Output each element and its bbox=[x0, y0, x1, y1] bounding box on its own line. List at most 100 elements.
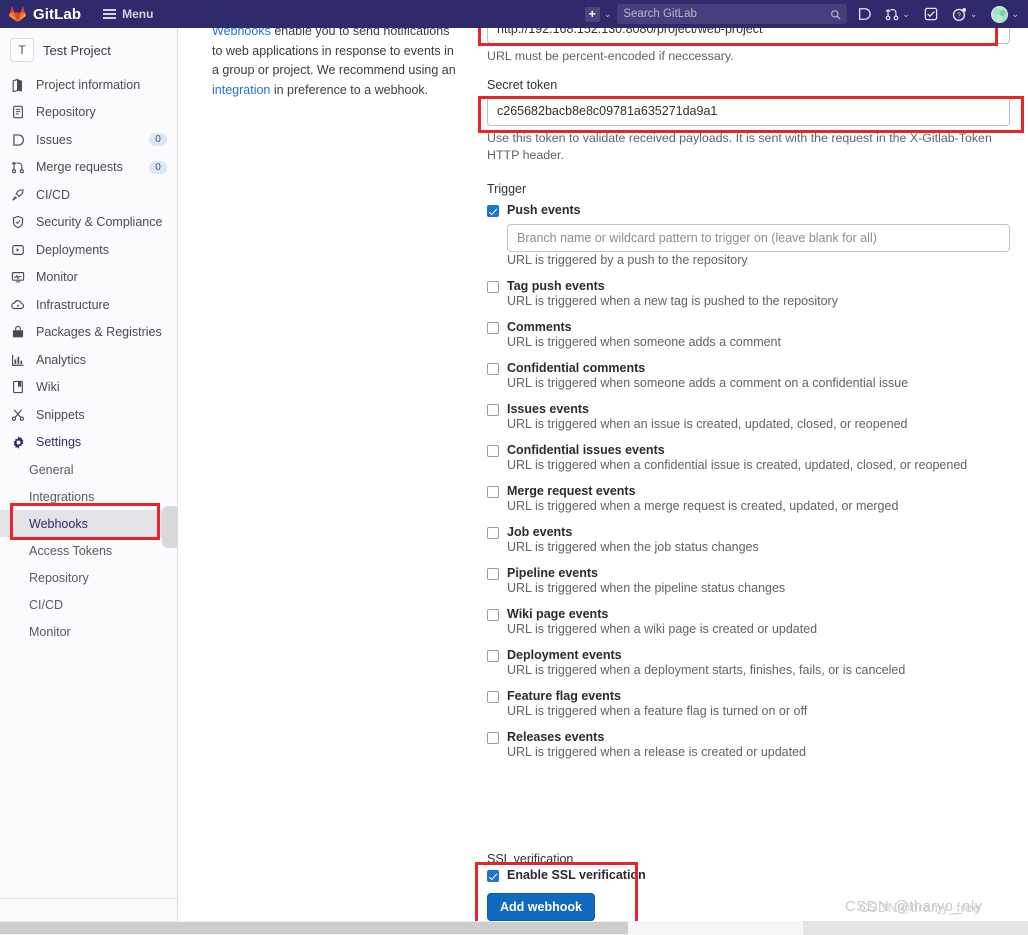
ssl-verification-label: Enable SSL verification bbox=[507, 868, 646, 882]
sidebar-item-label: Infrastructure bbox=[36, 297, 110, 312]
push-events-checkbox[interactable] bbox=[487, 205, 499, 217]
scissors-icon bbox=[10, 407, 26, 423]
trigger-description: URL is triggered when a feature flag is … bbox=[507, 704, 808, 718]
secret-token-label: Secret token bbox=[487, 78, 558, 92]
help-icon[interactable]: ? ⌄ bbox=[952, 7, 977, 22]
feature-flag-events-checkbox[interactable] bbox=[487, 691, 499, 703]
sidebar-subitem-webhooks[interactable]: Webhooks bbox=[0, 510, 177, 537]
trigger-confidential-comments: Confidential comments URL is triggered w… bbox=[487, 361, 1010, 390]
search-icon bbox=[831, 9, 841, 19]
horizontal-scrollbar-thumb[interactable] bbox=[0, 922, 628, 934]
ssl-verification-block: Enable SSL verification Add webhook bbox=[487, 868, 646, 921]
sidebar-subitem-repository[interactable]: Repository bbox=[0, 564, 177, 591]
sidebar-subitem-monitor[interactable]: Monitor bbox=[0, 618, 177, 645]
horizontal-scrollbar[interactable] bbox=[0, 921, 1028, 935]
sidebar-item-cicd[interactable]: CI/CD bbox=[0, 181, 177, 209]
sidebar-item-label: Project information bbox=[36, 77, 141, 92]
create-new-dropdown[interactable]: + ⌄ bbox=[584, 6, 611, 22]
sidebar-item-issues[interactable]: Issues 0 bbox=[0, 126, 177, 154]
trigger-pipeline-events: Pipeline events URL is triggered when th… bbox=[487, 566, 1010, 595]
trigger-label: Deployment events bbox=[507, 648, 622, 662]
sidebar-item-monitor[interactable]: Monitor bbox=[0, 264, 177, 292]
trigger-label: Comments bbox=[507, 320, 572, 334]
sidebar-item-label: Packages & Registries bbox=[36, 325, 162, 340]
trigger-comments: Comments URL is triggered when someone a… bbox=[487, 320, 1010, 349]
trigger-job-events: Job events URL is triggered when the job… bbox=[487, 525, 1010, 554]
sidebar-item-label: CI/CD bbox=[36, 187, 71, 202]
trigger-description: URL is triggered when a confidential iss… bbox=[507, 458, 968, 472]
gitlab-webhooks-page: GitLab Menu + ⌄ Search GitLab ⌄ ? ⌄ ⌄ T … bbox=[0, 0, 1028, 935]
project-sidebar: T Test Project Project information Repos… bbox=[0, 28, 178, 935]
gear-icon bbox=[10, 434, 26, 450]
trigger-feature-flag-events: Feature flag events URL is triggered whe… bbox=[487, 689, 1010, 718]
sidebar-item-settings[interactable]: Settings bbox=[0, 429, 177, 457]
rocket-icon bbox=[10, 187, 26, 203]
sidebar-project-header[interactable]: T Test Project bbox=[0, 28, 177, 71]
tag-push-events-checkbox[interactable] bbox=[487, 281, 499, 293]
merge-requests-icon[interactable]: ⌄ bbox=[885, 7, 910, 21]
watermark: CSDN @tharyo_nly CSDN@tiramy_free bbox=[845, 898, 983, 915]
sidebar-scrollbar-thumb[interactable] bbox=[162, 506, 177, 548]
wiki-page-events-checkbox[interactable] bbox=[487, 609, 499, 621]
issues-events-checkbox[interactable] bbox=[487, 404, 499, 416]
sidebar-subitem-general[interactable]: General bbox=[0, 456, 177, 483]
sidebar-item-label: Snippets bbox=[36, 407, 85, 422]
sidebar-item-repository[interactable]: Repository bbox=[0, 99, 177, 127]
trigger-label: Wiki page events bbox=[507, 607, 609, 621]
main-menu-label: Menu bbox=[122, 7, 154, 21]
trigger-description: URL is triggered by a push to the reposi… bbox=[507, 253, 748, 267]
job-events-checkbox[interactable] bbox=[487, 527, 499, 539]
sidebar-item-analytics[interactable]: Analytics bbox=[0, 346, 177, 374]
branch-filter-input[interactable]: Branch name or wildcard pattern to trigg… bbox=[507, 224, 1010, 252]
sidebar-item-packages-registries[interactable]: Packages & Registries bbox=[0, 319, 177, 347]
sidebar-item-label: Issues bbox=[36, 132, 73, 147]
comments-checkbox[interactable] bbox=[487, 322, 499, 334]
sidebar-item-snippets[interactable]: Snippets bbox=[0, 401, 177, 429]
trigger-deployment-events: Deployment events URL is triggered when … bbox=[487, 648, 1010, 677]
sidebar-item-infrastructure[interactable]: Infrastructure bbox=[0, 291, 177, 319]
gitlab-logo-link[interactable]: GitLab bbox=[0, 6, 81, 23]
confidential-comments-checkbox[interactable] bbox=[487, 363, 499, 375]
description-text-2: in preference to a webhook. bbox=[270, 82, 429, 97]
sidebar-subitem-access-tokens[interactable]: Access Tokens bbox=[0, 537, 177, 564]
main-menu-button[interactable]: Menu bbox=[103, 7, 153, 21]
sidebar-divider bbox=[0, 898, 177, 899]
ssl-section-label: SSL verification bbox=[487, 852, 574, 866]
todos-icon[interactable] bbox=[924, 7, 938, 21]
user-menu[interactable]: ⌄ bbox=[991, 5, 1019, 23]
merge-request-events-checkbox[interactable] bbox=[487, 486, 499, 498]
trigger-label: Merge request events bbox=[507, 484, 636, 498]
trigger-section-label: Trigger bbox=[487, 182, 527, 196]
sidebar-item-merge-requests[interactable]: Merge requests 0 bbox=[0, 154, 177, 182]
project-avatar: T bbox=[10, 38, 34, 62]
svg-text:?: ? bbox=[957, 12, 961, 19]
secret-token-help: Use this token to validate received payl… bbox=[487, 131, 992, 162]
trigger-tag-push-events: Tag push events URL is triggered when a … bbox=[487, 279, 1010, 308]
trigger-push-events: Push events Branch name or wildcard patt… bbox=[487, 203, 1010, 267]
secret-token-input[interactable]: c265682bacb8e8c09781a635271da9a1 bbox=[487, 96, 1010, 126]
project-name: Test Project bbox=[43, 42, 111, 58]
trigger-description: URL is triggered when someone adds a com… bbox=[507, 376, 909, 390]
sidebar-item-wiki[interactable]: Wiki bbox=[0, 374, 177, 402]
top-navigation-bar: GitLab Menu + ⌄ Search GitLab ⌄ ? ⌄ ⌄ bbox=[0, 0, 1028, 28]
search-input[interactable]: Search GitLab bbox=[617, 4, 848, 24]
sidebar-item-label: Settings bbox=[36, 435, 82, 450]
trigger-label: Confidential comments bbox=[507, 361, 646, 375]
project-info-icon bbox=[10, 77, 26, 93]
sidebar-item-project-information[interactable]: Project information bbox=[0, 71, 177, 99]
deployment-events-checkbox[interactable] bbox=[487, 650, 499, 662]
add-webhook-button[interactable]: Add webhook bbox=[487, 893, 595, 921]
sidebar-subitem-cicd[interactable]: CI/CD bbox=[0, 591, 177, 618]
confidential-issues-events-checkbox[interactable] bbox=[487, 445, 499, 457]
gitlab-brand-text: GitLab bbox=[33, 5, 82, 23]
sidebar-item-deployments[interactable]: Deployments bbox=[0, 236, 177, 264]
sidebar-subitem-integrations[interactable]: Integrations bbox=[0, 483, 177, 510]
chevron-down-icon: ⌄ bbox=[902, 8, 910, 19]
integration-doc-link[interactable]: integration bbox=[212, 83, 270, 97]
ssl-verification-checkbox[interactable] bbox=[487, 870, 499, 882]
pipeline-events-checkbox[interactable] bbox=[487, 568, 499, 580]
issues-icon[interactable] bbox=[857, 7, 872, 21]
merge-requests-count-badge: 0 bbox=[149, 160, 167, 174]
sidebar-item-security-compliance[interactable]: Security & Compliance bbox=[0, 209, 177, 237]
releases-events-checkbox[interactable] bbox=[487, 732, 499, 744]
